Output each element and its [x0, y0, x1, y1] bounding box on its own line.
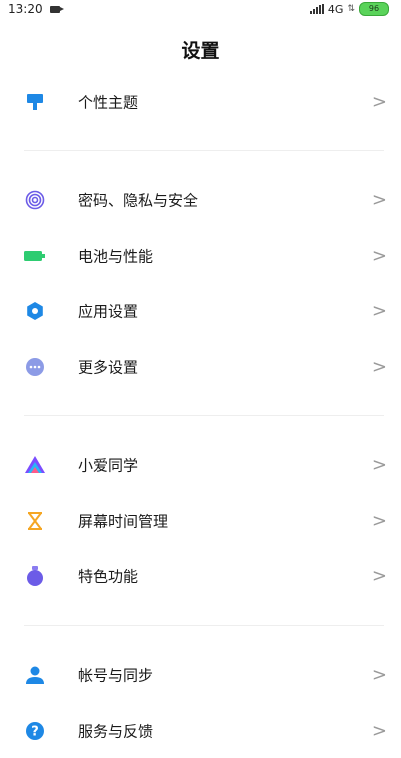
chevron-right-icon: >	[371, 245, 387, 267]
chevron-right-icon: >	[371, 91, 387, 113]
settings-item-battery[interactable]: 电池与性能 >	[0, 229, 401, 283]
chevron-right-icon: >	[371, 356, 387, 378]
settings-item-label: 屏幕时间管理	[78, 512, 169, 531]
status-bar: 13:20 4G ⇅ 96	[0, 0, 401, 22]
status-right: 4G ⇅ 96	[309, 2, 389, 16]
chevron-right-icon: >	[371, 189, 387, 211]
settings-item-apps[interactable]: 应用设置 >	[0, 284, 401, 338]
data-arrows-icon: ⇅	[347, 4, 355, 14]
theme-brush-icon	[24, 91, 46, 113]
network-type: 4G	[327, 2, 344, 16]
battery-icon	[24, 245, 46, 267]
settings-item-label: 小爱同学	[78, 456, 139, 475]
chevron-right-icon: >	[371, 720, 387, 742]
gear-icon	[24, 300, 46, 322]
chevron-right-icon: >	[371, 454, 387, 476]
chevron-right-icon: >	[371, 565, 387, 587]
chevron-right-icon: >	[371, 300, 387, 322]
battery-level: 96	[368, 4, 380, 13]
settings-item-label: 帐号与同步	[78, 666, 154, 685]
settings-item-label: 更多设置	[78, 358, 139, 377]
status-time: 13:20	[8, 2, 43, 16]
more-dots-icon	[24, 356, 46, 378]
settings-item-label: 密码、隐私与安全	[78, 191, 199, 210]
divider	[24, 415, 384, 416]
chevron-right-icon: >	[371, 510, 387, 532]
settings-item-xiaoai[interactable]: 小爱同学 >	[0, 438, 401, 492]
settings-item-label: 个性主题	[78, 93, 139, 112]
flask-icon	[24, 565, 46, 587]
settings-item-privacy[interactable]: 密码、隐私与安全 >	[0, 173, 401, 227]
chevron-right-icon: >	[371, 664, 387, 686]
settings-item-account[interactable]: 帐号与同步 >	[0, 648, 401, 702]
divider	[24, 150, 384, 151]
settings-item-theme[interactable]: 个性主题 >	[0, 75, 401, 129]
settings-item-screen-time[interactable]: 屏幕时间管理 >	[0, 494, 401, 548]
recording-icon	[50, 6, 64, 13]
hourglass-icon	[24, 510, 46, 532]
settings-item-label: 应用设置	[78, 302, 139, 321]
xiaoai-icon	[24, 454, 46, 476]
help-icon: ?	[24, 720, 46, 742]
settings-item-feedback[interactable]: ? 服务与反馈 >	[0, 704, 401, 758]
fingerprint-icon	[24, 189, 46, 211]
settings-item-label: 特色功能	[78, 567, 139, 586]
battery-indicator: 96	[359, 2, 389, 16]
account-icon	[24, 664, 46, 686]
divider	[24, 625, 384, 626]
settings-item-label: 电池与性能	[78, 247, 154, 266]
settings-item-more[interactable]: 更多设置 >	[0, 340, 401, 394]
svg-text:?: ?	[31, 725, 39, 740]
settings-item-features[interactable]: 特色功能 >	[0, 549, 401, 603]
signal-icon	[309, 4, 324, 14]
page-title: 设置	[181, 40, 220, 62]
settings-item-label: 服务与反馈	[78, 722, 154, 741]
